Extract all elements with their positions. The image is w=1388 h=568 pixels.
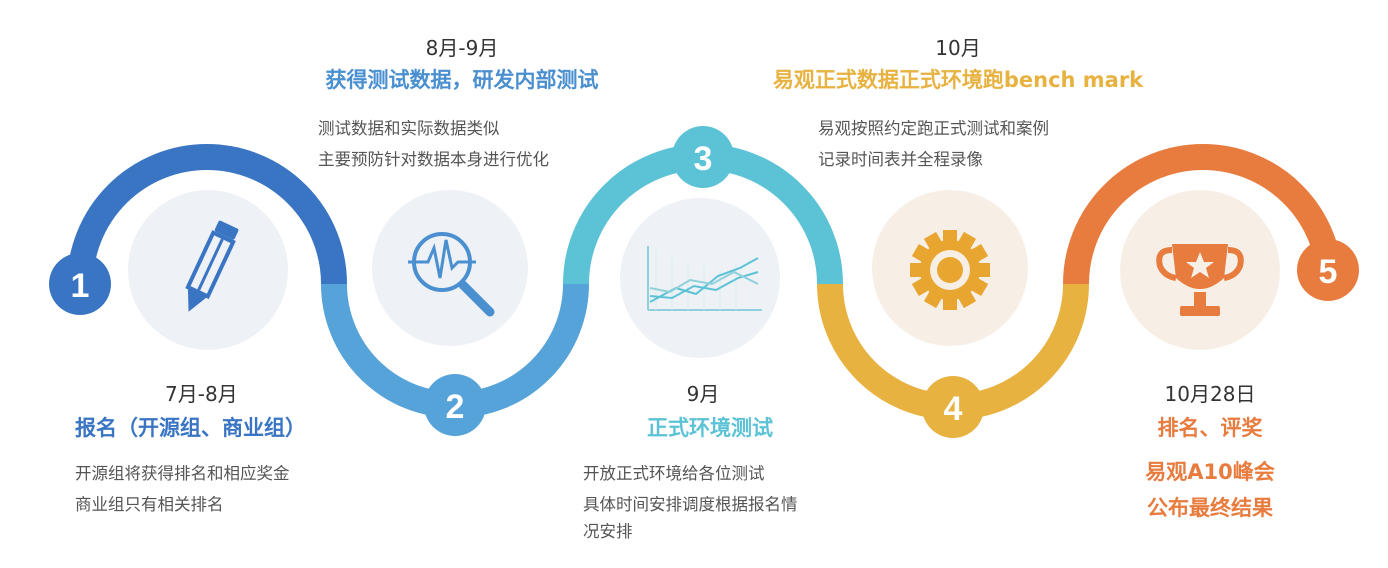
stage-4-title: 易观正式数据正式环境跑bench mark	[772, 68, 1144, 92]
stage-5-title: 排名、评奖	[1157, 416, 1263, 440]
icon-circle-3	[620, 198, 780, 358]
node-2: 2	[424, 374, 486, 436]
stage-5-line-2: 公布最终结果	[1147, 496, 1273, 520]
node-1-number: 1	[71, 267, 90, 305]
stage-4-line-1: 易观按照约定跑正式测试和案例	[818, 119, 1049, 138]
stage-1-title: 报名（开源组、商业组）	[75, 416, 306, 440]
node-4-number: 4	[944, 390, 963, 428]
stage-2-line-1: 测试数据和实际数据类似	[318, 119, 500, 138]
stage-5-line-1: 易观A10峰会	[1145, 460, 1275, 484]
stage-2-title: 获得测试数据，研发内部测试	[325, 68, 599, 92]
node-1: 1	[49, 253, 111, 315]
node-3: 3	[672, 126, 734, 188]
stage-1-date: 7月-8月	[165, 382, 238, 406]
stage-3-line-1: 开放正式环境给各位测试	[583, 464, 765, 483]
stage-3-line-3: 况安排	[583, 522, 633, 541]
node-5-number: 5	[1319, 253, 1338, 291]
stage-2-date: 8月-9月	[425, 36, 499, 60]
stage-1-line-1: 开源组将获得排名和相应奖金	[75, 464, 290, 483]
stage-5-date: 10月28日	[1164, 382, 1256, 406]
stage-4-line-2: 记录时间表并全程录像	[818, 150, 983, 169]
node-5: 5	[1297, 239, 1359, 301]
stage-3-title: 正式环境测试	[647, 416, 773, 440]
node-3-number: 3	[694, 140, 713, 178]
stage-1-line-2: 商业组只有相关排名	[75, 495, 224, 514]
stage-4-date: 10月	[935, 36, 981, 60]
stage-2-line-2: 主要预防针对数据本身进行优化	[318, 150, 549, 169]
node-2-number: 2	[446, 388, 465, 426]
stage-3-date: 9月	[686, 382, 720, 406]
timeline-diagram: 1 2 3 4 5 7月-8月 报名（开源组、商业组） 开源组将获得排名和相应奖…	[0, 0, 1388, 568]
node-4: 4	[922, 376, 984, 438]
icon-circle-2	[372, 190, 528, 346]
